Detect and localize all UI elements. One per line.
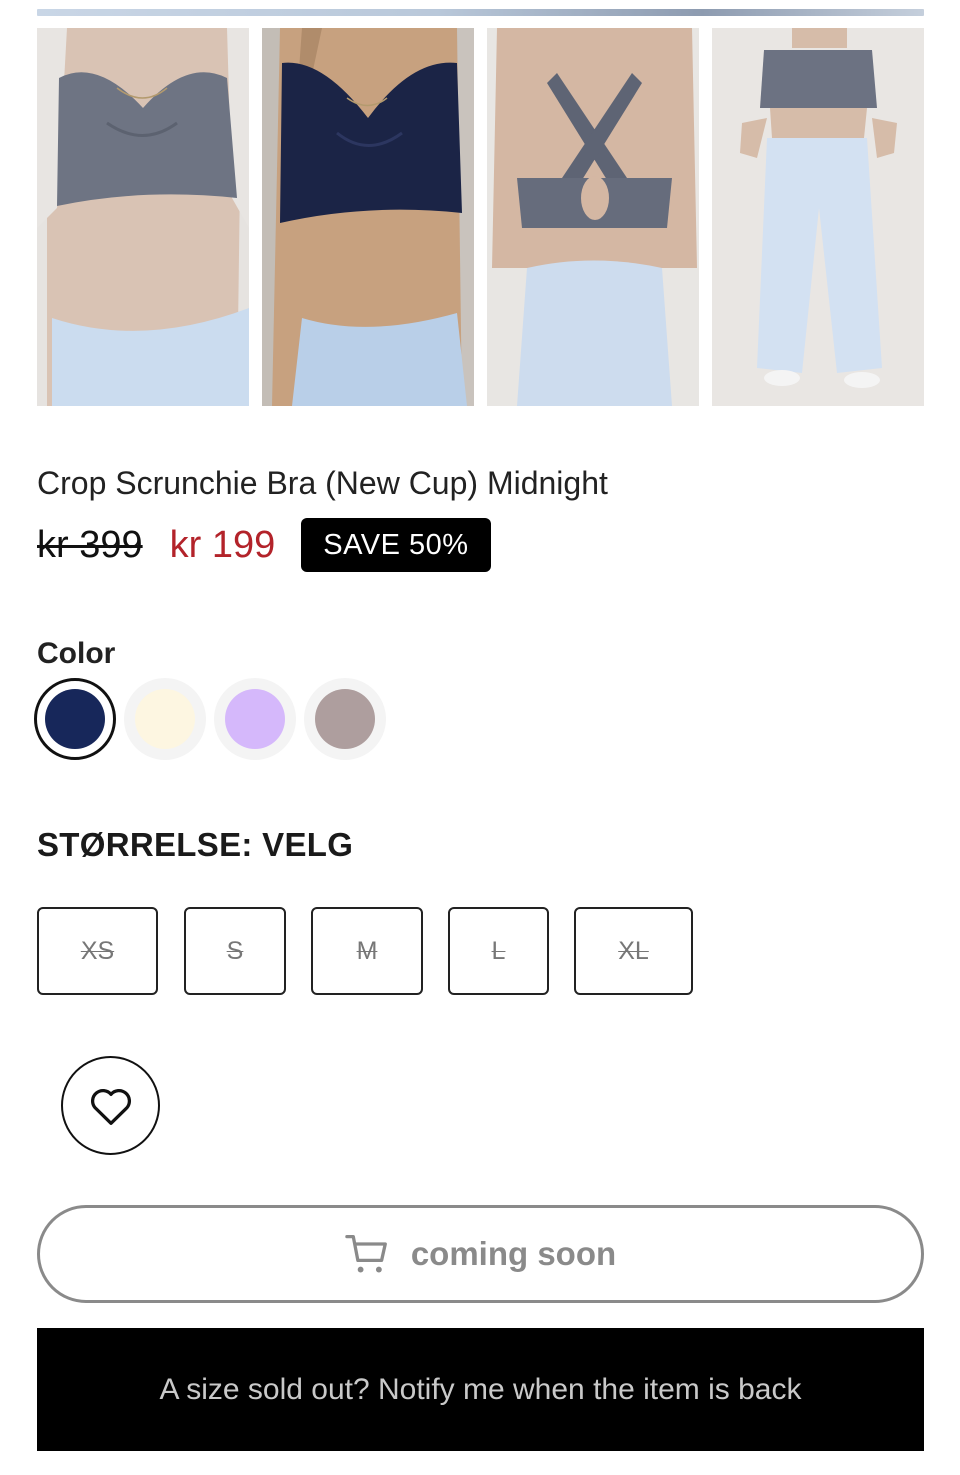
color-swatch-1[interactable] <box>34 678 116 760</box>
color-label: Color <box>37 637 116 670</box>
product-title: Crop Scrunchie Bra (New Cup) Midnight <box>37 465 608 501</box>
product-image-front-midnight[interactable] <box>262 28 474 406</box>
heart-icon <box>90 1088 131 1125</box>
notify-me-button[interactable]: A size sold out? Notify me when the item… <box>37 1328 924 1451</box>
cart-icon <box>345 1235 387 1273</box>
gallery-main-image-edge <box>37 9 924 16</box>
color-swatch-dot <box>225 689 285 749</box>
notify-me-label: A size sold out? Notify me when the item… <box>159 1372 802 1406</box>
size-option-xs[interactable]: XS <box>37 907 158 995</box>
add-to-cart-label: coming soon <box>410 1235 617 1272</box>
sale-price: kr 199 <box>169 523 276 566</box>
color-swatch-dot <box>315 689 375 749</box>
discount-badge: SAVE 50% <box>301 518 491 572</box>
color-swatch-2[interactable] <box>124 678 206 760</box>
size-label: STØRRELSE: VELG <box>37 826 354 863</box>
add-to-cart-button[interactable]: coming soon <box>37 1205 924 1303</box>
product-image-front-grey[interactable] <box>37 28 249 406</box>
wishlist-button[interactable] <box>61 1056 160 1155</box>
original-price: kr 399 <box>37 523 143 566</box>
product-image-back[interactable] <box>487 28 699 406</box>
size-option-l[interactable]: L <box>448 907 549 995</box>
size-option-xl[interactable]: XL <box>574 907 693 995</box>
color-swatch-3[interactable] <box>214 678 296 760</box>
size-option-s[interactable]: S <box>184 907 286 995</box>
size-options: XS S M L XL <box>37 907 693 995</box>
color-swatch-dot <box>135 689 195 749</box>
product-image-full-body[interactable] <box>712 28 924 406</box>
size-option-m[interactable]: M <box>311 907 423 995</box>
color-swatch-4[interactable] <box>304 678 386 760</box>
product-gallery <box>37 28 924 406</box>
color-swatches <box>34 678 386 760</box>
color-swatch-dot <box>45 689 105 749</box>
price-row: kr 399 kr 199 SAVE 50% <box>37 518 491 572</box>
